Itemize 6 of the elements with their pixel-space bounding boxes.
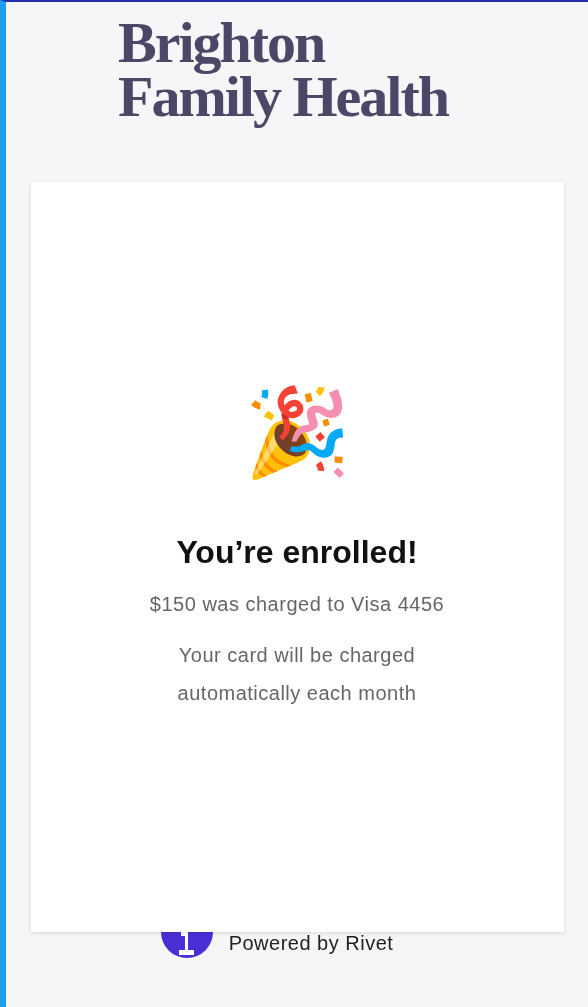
party-popper-icon: 🎉 (243, 382, 351, 482)
brand-logo: Brighton Family Health (118, 16, 448, 131)
billing-note: Your card will be charged automatically each month (177, 643, 417, 706)
powered-by-text: Powered by Rivet (228, 932, 394, 955)
charge-text: $150 was charged to Visa 4456 (149, 593, 445, 616)
confirmation-title: You’re enrolled! (176, 534, 418, 571)
